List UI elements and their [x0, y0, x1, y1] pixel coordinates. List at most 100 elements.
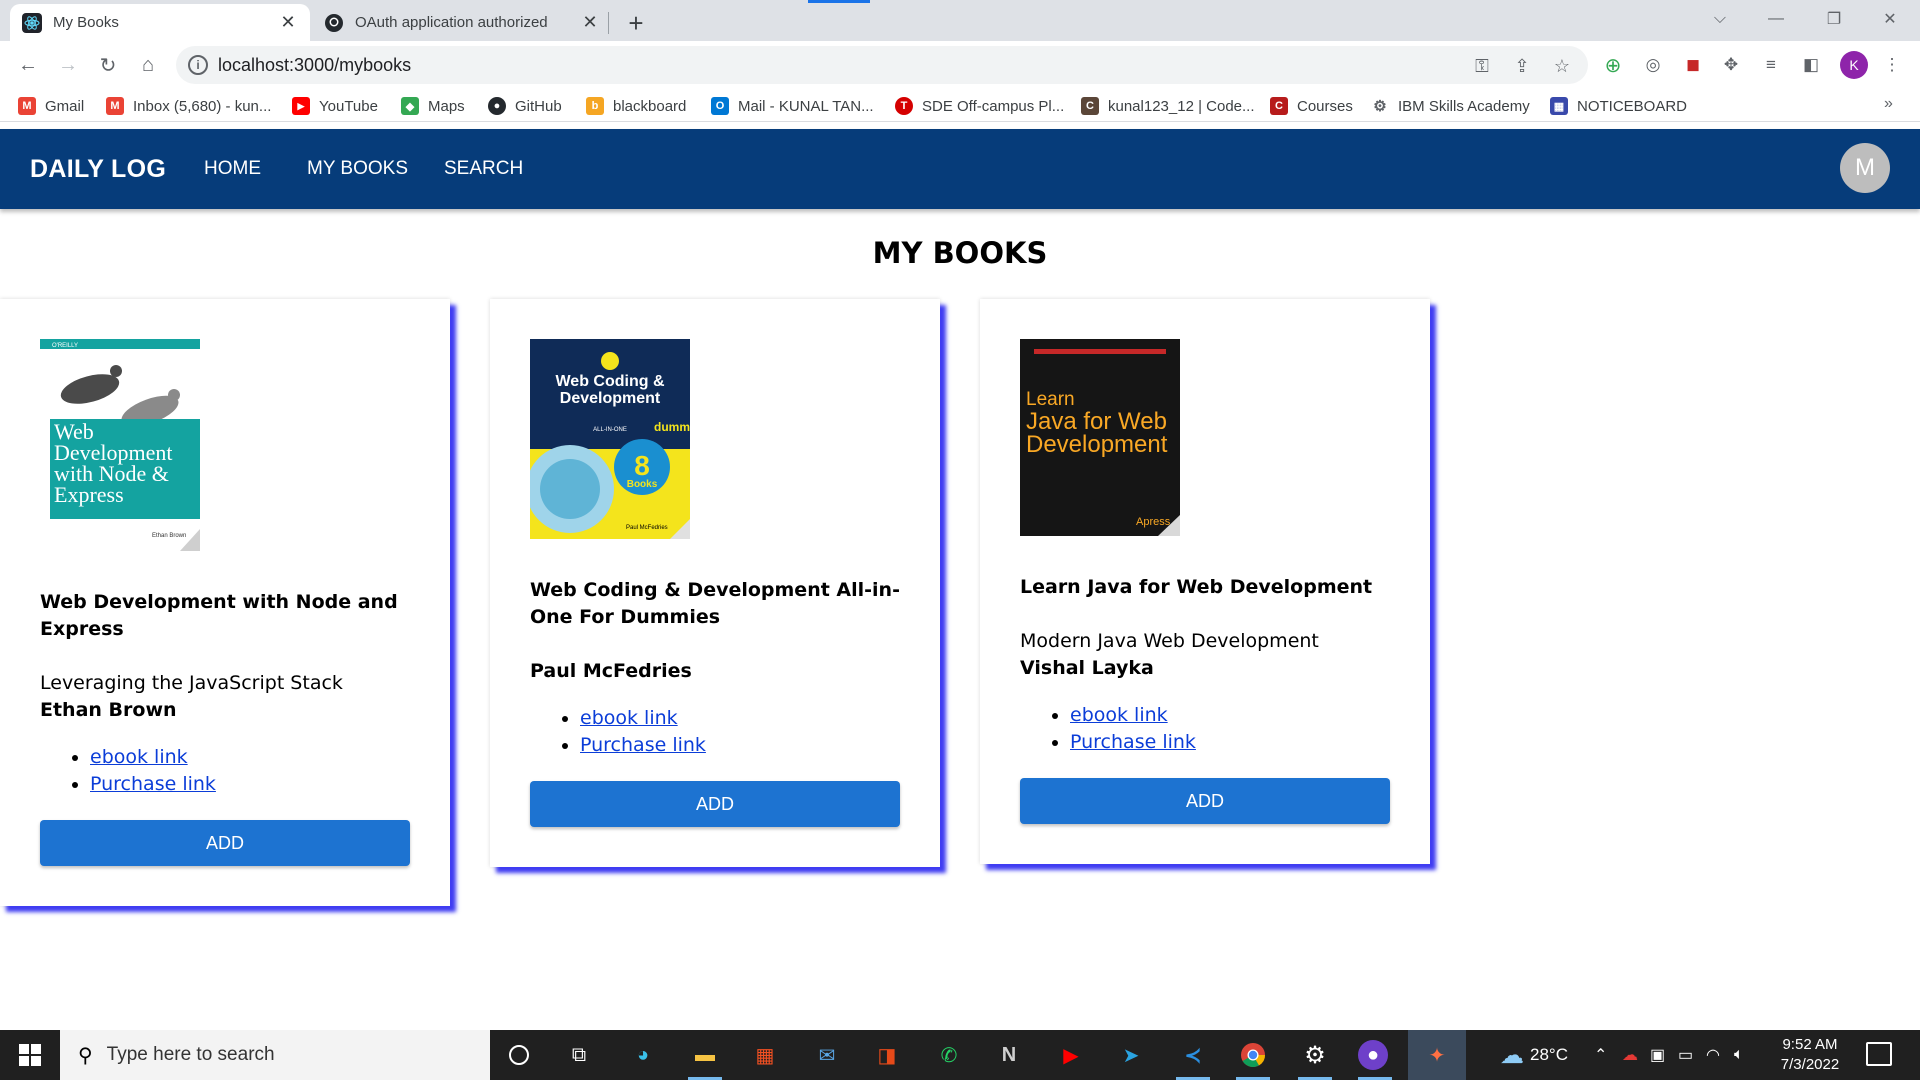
windows-start-icon[interactable] [0, 1030, 60, 1080]
file-explorer-icon[interactable]: ▬ [688, 1038, 722, 1072]
bookmark-outlook[interactable]: O Mail - KUNAL TAN... [711, 95, 874, 117]
nav-my-books[interactable]: MY BOOKS [307, 158, 408, 180]
share-icon[interactable]: ⇪ [1510, 54, 1534, 78]
onedrive-icon[interactable]: ☁ [1622, 1030, 1638, 1080]
github-icon: ● [488, 97, 506, 115]
book-title: Learn Java for Web Development [1020, 576, 1373, 598]
bookmark-label: SDE Off-campus Pl... [922, 97, 1065, 115]
side-panel-icon[interactable]: ◧ [1799, 53, 1823, 77]
bookmark-gmail[interactable]: M Gmail [18, 95, 84, 117]
bookmark-label: Maps [428, 97, 465, 115]
close-tab-icon[interactable]: ✕ [580, 12, 600, 33]
key-icon[interactable]: ⚿ [1470, 54, 1494, 78]
user-avatar[interactable]: M [1840, 143, 1890, 193]
youtube-icon[interactable]: ▶ [1054, 1038, 1088, 1072]
minimize-button[interactable]: — [1748, 0, 1804, 38]
task-view-icon[interactable]: ⧉ [562, 1038, 596, 1072]
book-card: Learn Java for Web Development Apress Le… [980, 299, 1430, 864]
bookmark-blackboard[interactable]: b blackboard [586, 95, 686, 117]
wifi-icon[interactable]: ◠ [1706, 1030, 1720, 1080]
extension-circle-icon[interactable]: ◎ [1641, 53, 1665, 77]
cortana-icon[interactable] [502, 1038, 536, 1072]
tab-search-icon[interactable]: ⌵ [1692, 0, 1748, 38]
cover-tag: ALL-IN-ONE [593, 427, 627, 433]
telegram-icon[interactable]: ➤ [1114, 1038, 1148, 1072]
volume-icon[interactable]: 🔈︎ [1734, 1030, 1744, 1080]
home-icon[interactable]: ⌂ [132, 49, 164, 81]
tab-oauth[interactable]: OAuth application authorized ✕ [312, 4, 612, 41]
postman-icon[interactable]: ✦ [1408, 1030, 1466, 1080]
bookmark-label: IBM Skills Academy [1398, 97, 1530, 115]
brand-logo[interactable]: DAILY LOG [30, 155, 166, 184]
profile-avatar[interactable]: K [1840, 51, 1868, 79]
clock[interactable]: 9:52 AM 7/3/2022 [1760, 1035, 1860, 1075]
more-bookmarks-icon[interactable]: » [1884, 95, 1893, 113]
ebook-link[interactable]: ebook link [90, 746, 188, 768]
bookmark-codechef[interactable]: C kunal123_12 | Code... [1081, 95, 1255, 117]
github-desktop-icon[interactable]: ● [1358, 1040, 1388, 1070]
restore-button[interactable]: ❐ [1806, 0, 1862, 38]
bookmark-star-icon[interactable]: ☆ [1550, 54, 1574, 78]
purchase-link[interactable]: Purchase link [580, 734, 706, 756]
url-text[interactable]: localhost:3000/mybooks [218, 55, 411, 76]
back-icon[interactable]: ← [12, 49, 44, 81]
extensions-puzzle-icon[interactable]: ✥ [1719, 53, 1743, 77]
react-icon [22, 12, 42, 33]
extension-red-icon[interactable]: ◼ [1681, 53, 1705, 77]
whatsapp-icon[interactable]: ✆ [932, 1038, 966, 1072]
notion-icon[interactable]: N [992, 1038, 1026, 1072]
purchase-link[interactable]: Purchase link [1070, 731, 1196, 753]
office-icon[interactable]: ◨ [870, 1038, 904, 1072]
bookmark-ibm[interactable]: ⚙ IBM Skills Academy [1371, 95, 1530, 117]
browser-toolbar: ← → ↻ ⌂ i localhost:3000/mybooks ⚿ ⇪ ☆ ⊕… [0, 41, 1920, 89]
forward-icon[interactable]: → [52, 49, 84, 81]
bookmark-label: NOTICEBOARD [1577, 97, 1688, 115]
chrome-icon[interactable] [1236, 1038, 1270, 1072]
media-queue-icon[interactable]: ≡ [1759, 53, 1783, 77]
battery-icon[interactable]: ▭ [1678, 1030, 1693, 1080]
book-author: Ethan Brown [40, 699, 177, 721]
nav-home[interactable]: HOME [204, 158, 261, 180]
settings-gear-icon[interactable]: ⚙ [1298, 1038, 1332, 1072]
add-button[interactable]: ADD [1020, 778, 1390, 824]
bookmark-noticeboard[interactable]: ▦ NOTICEBOARD [1550, 95, 1687, 117]
bookmark-youtube[interactable]: ▶ YouTube [292, 95, 378, 117]
close-tab-icon[interactable]: ✕ [278, 12, 298, 33]
add-button[interactable]: ADD [40, 820, 410, 866]
microsoft-store-icon[interactable]: ▦ [748, 1038, 782, 1072]
close-window-button[interactable]: ✕ [1862, 0, 1918, 38]
notifications-icon[interactable] [1866, 1042, 1892, 1066]
list-item: Purchase link [580, 732, 900, 759]
show-hidden-icons[interactable]: ⌃ [1594, 1030, 1607, 1080]
taskbar-search-input[interactable]: ⚲ Type here to search [60, 1030, 490, 1080]
edge-icon[interactable]: ◕ [626, 1038, 660, 1072]
bookmark-inbox[interactable]: M Inbox (5,680) - kun... [106, 95, 271, 117]
book-author: Paul McFedries [530, 660, 692, 682]
address-bar[interactable]: i localhost:3000/mybooks ⚿ ⇪ ☆ [176, 46, 1588, 84]
new-tab-button[interactable]: + [622, 8, 650, 38]
ebook-link[interactable]: ebook link [580, 707, 678, 729]
ebook-link[interactable]: ebook link [1070, 704, 1168, 726]
vscode-icon[interactable]: ≺ [1176, 1038, 1210, 1072]
bookmark-github[interactable]: ● GitHub [488, 95, 562, 117]
bookmark-courses[interactable]: C Courses [1270, 95, 1353, 117]
site-info-icon[interactable]: i [188, 55, 208, 75]
book-cover-image: Learn Java for Web Development Apress [1020, 339, 1180, 540]
list-item: Purchase link [90, 771, 410, 798]
nav-search[interactable]: SEARCH [444, 158, 523, 180]
bookmark-sde[interactable]: T SDE Off-campus Pl... [895, 95, 1064, 117]
add-button[interactable]: ADD [530, 781, 900, 827]
bookmark-maps[interactable]: ◆ Maps [401, 95, 465, 117]
tab-my-books[interactable]: My Books ✕ [10, 4, 310, 41]
weather-widget[interactable]: ☁ 28°C [1500, 1030, 1568, 1080]
extension-plus-icon[interactable]: ⊕ [1601, 53, 1625, 77]
meet-now-icon[interactable]: ▣ [1650, 1030, 1665, 1080]
menu-kebab-icon[interactable]: ⋮ [1880, 53, 1904, 77]
mail-icon[interactable]: ✉ [810, 1038, 844, 1072]
tab-title: My Books [53, 14, 119, 31]
cover-title: Web Coding & Development [555, 373, 665, 407]
purchase-link[interactable]: Purchase link [90, 773, 216, 795]
temperature: 28°C [1530, 1045, 1568, 1064]
book-title: Web Coding & Development All-in-One For … [530, 579, 900, 628]
reload-icon[interactable]: ↻ [92, 49, 124, 81]
